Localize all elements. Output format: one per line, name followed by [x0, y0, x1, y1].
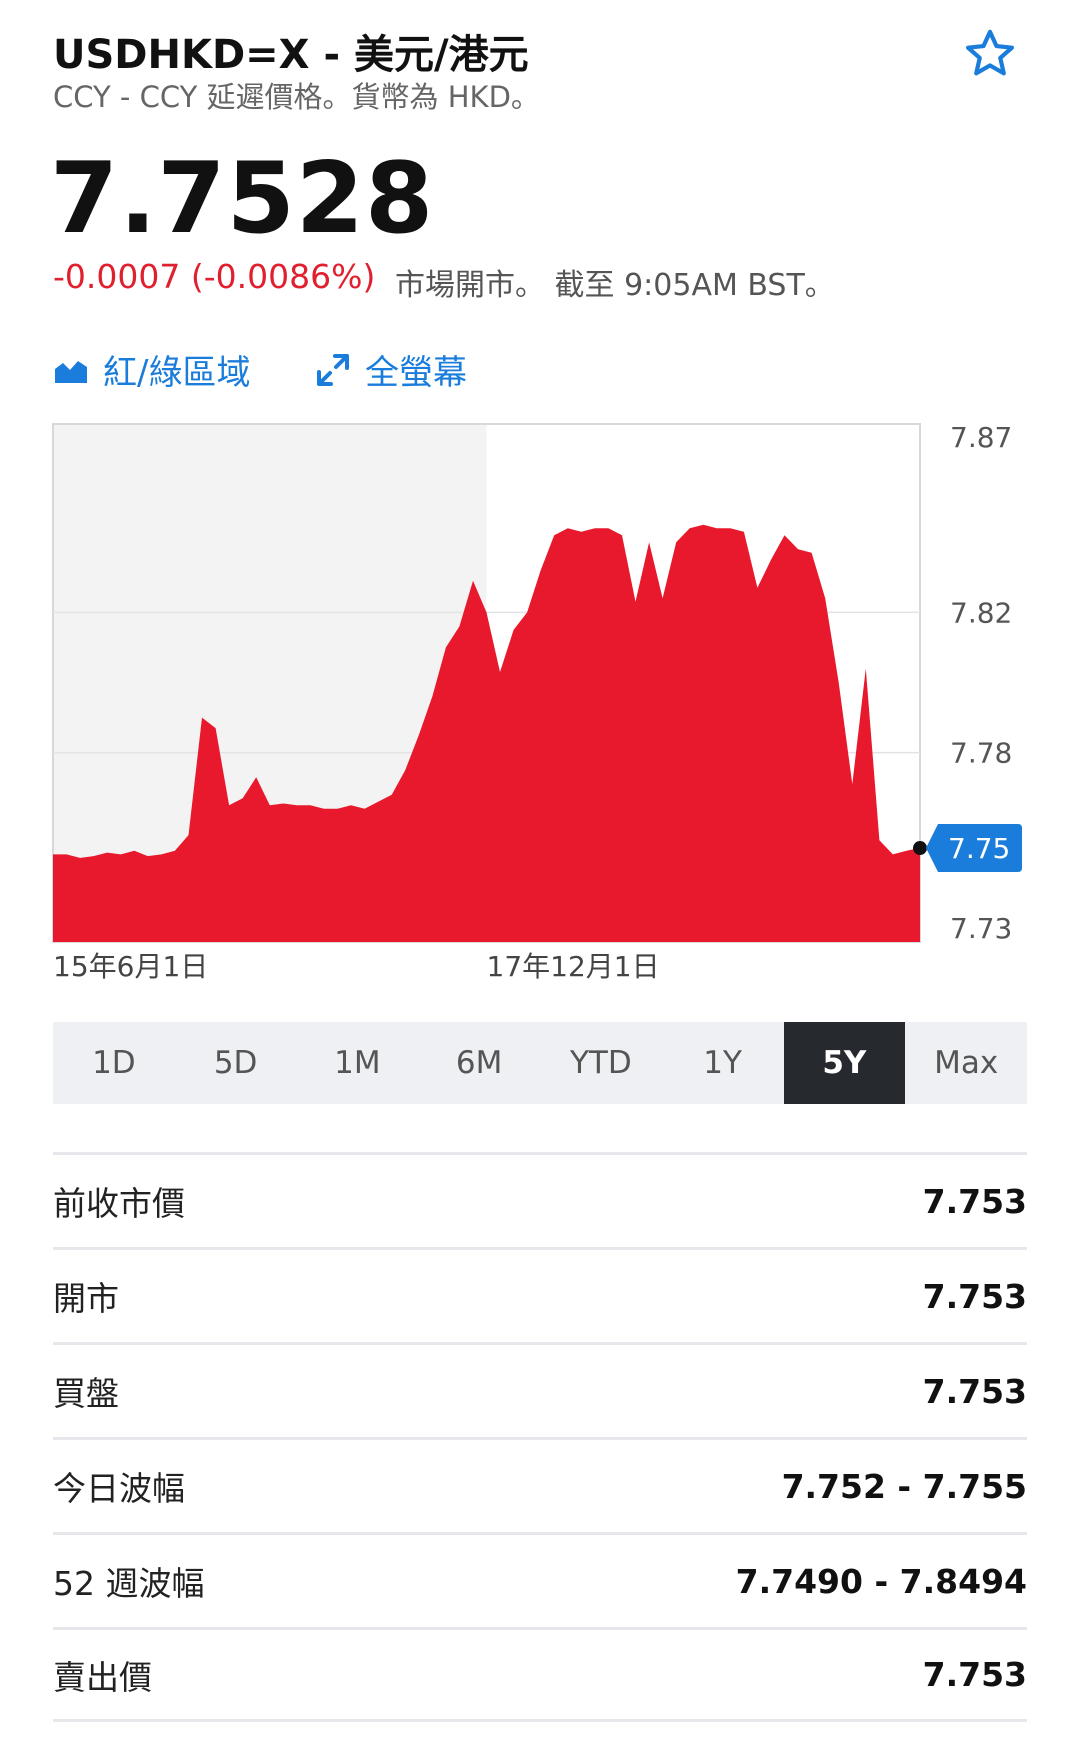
stat-label: 今日波幅 — [53, 1469, 185, 1508]
market-status: 市場開市。 截至 9:05AM BST。 — [395, 268, 835, 303]
y-tick-label: 7.75 — [950, 842, 1012, 875]
stat-value: 7.752 - 7.755 — [781, 1466, 1027, 1506]
expand-icon — [317, 353, 349, 386]
area-toggle-button[interactable]: 紅/綠區域 — [53, 345, 250, 394]
stat-label: 賣出價 — [53, 1657, 152, 1697]
stat-value: 7.753 — [922, 1181, 1027, 1221]
range-tab-1y[interactable]: 1Y — [662, 1022, 784, 1104]
stat-label: 前收市價 — [53, 1184, 185, 1223]
stat-row-prev-close: 前收市價 7.753 — [53, 1152, 1027, 1247]
stat-label: 52 週波幅 — [53, 1564, 205, 1603]
fullscreen-label: 全螢幕 — [365, 353, 467, 393]
price-chart[interactable] — [53, 424, 920, 942]
stat-value: 7.753 — [922, 1371, 1027, 1411]
stat-row-52wk-range: 52 週波幅 7.7490 - 7.8494 — [53, 1532, 1027, 1627]
stat-row-day-range: 今日波幅 7.752 - 7.755 — [53, 1437, 1027, 1532]
y-tick-label: 7.87 — [950, 421, 1012, 454]
range-tab-ytd[interactable]: YTD — [540, 1022, 662, 1104]
quote-subtitle: CCY - CCY 延遲價格。貨幣為 HKD。 — [53, 80, 540, 114]
range-tab-1m[interactable]: 1M — [297, 1022, 419, 1104]
area-toggle-label: 紅/綠區域 — [103, 353, 251, 393]
stat-value: 7.753 — [922, 1276, 1027, 1316]
stat-row-open: 開市 7.753 — [53, 1247, 1027, 1342]
x-tick-label: 17年12月1日 — [487, 950, 660, 983]
stat-label: 買盤 — [53, 1374, 119, 1413]
quote-stats-table: 前收市價 7.753 開市 7.753 買盤 7.753 今日波幅 7.752 … — [53, 1152, 1027, 1722]
y-tick-label: 7.82 — [950, 596, 1012, 629]
range-selector: 1D 5D 1M 6M YTD 1Y 5Y Max — [53, 1022, 1027, 1104]
stat-value: 7.7490 - 7.8494 — [735, 1561, 1027, 1601]
y-tick-label: 7.73 — [950, 912, 1012, 945]
range-tab-6m[interactable]: 6M — [418, 1022, 540, 1104]
fullscreen-button[interactable]: 全螢幕 — [315, 345, 467, 394]
last-price-tag — [926, 824, 1022, 873]
stat-row-ask: 賣出價 7.753 — [53, 1627, 1027, 1722]
stat-label: 開市 — [53, 1279, 119, 1318]
star-icon[interactable] — [962, 26, 1018, 82]
x-tick-label: 15年6月1日 — [53, 950, 208, 983]
area-chart-icon — [55, 360, 87, 383]
stat-value: 7.753 — [922, 1655, 1027, 1694]
range-tab-max[interactable]: Max — [905, 1022, 1027, 1104]
range-tab-1d[interactable]: 1D — [53, 1022, 175, 1104]
range-tab-5y[interactable]: 5Y — [783, 1022, 906, 1104]
range-tab-5d[interactable]: 5D — [175, 1022, 297, 1104]
stat-row-bid: 買盤 7.753 — [53, 1342, 1027, 1437]
current-price: 7.7528 — [50, 142, 435, 256]
y-tick-label: 7.78 — [950, 737, 1012, 770]
quote-symbol-title: USDHKD=X - 美元/港元 — [53, 32, 529, 78]
price-change: -0.0007 (-0.0086%) — [53, 257, 376, 296]
last-price-label: 7.75 — [948, 832, 1010, 865]
